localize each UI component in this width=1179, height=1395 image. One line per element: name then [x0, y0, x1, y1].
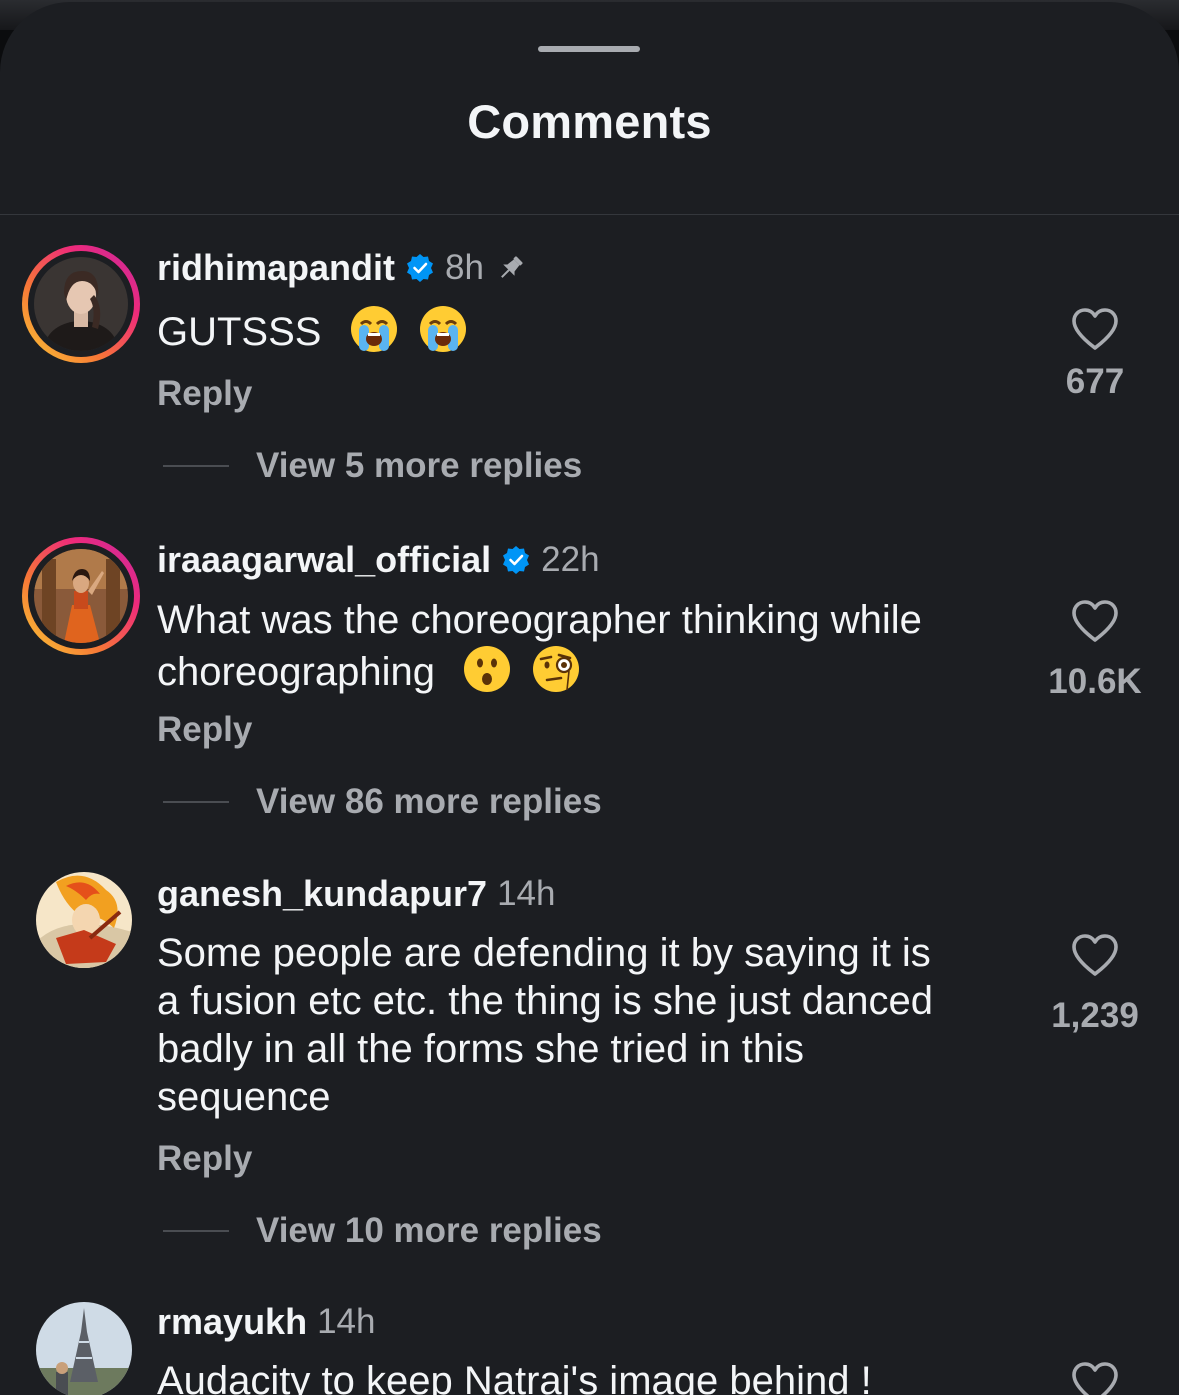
- comment-username[interactable]: ganesh_kundapur7: [157, 873, 487, 915]
- loudly-crying-face-icon: [418, 304, 468, 354]
- like-count: 10.6K: [1048, 662, 1142, 701]
- loudly-crying-face-icon: [349, 304, 399, 354]
- comment-body: GUTSSS: [157, 310, 322, 354]
- face-with-monocle-icon: [531, 644, 581, 694]
- comment-text: What was the choreographer thinking whil…: [157, 596, 1037, 696]
- comment-username[interactable]: ridhimapandit: [157, 247, 395, 289]
- like-count: 677: [1065, 362, 1125, 401]
- verified-badge-icon: [501, 545, 531, 575]
- view-replies-button[interactable]: View 86 more replies: [163, 782, 602, 822]
- comment-time: 14h: [497, 874, 556, 913]
- comment-time: 22h: [541, 540, 600, 579]
- pin-icon: [494, 251, 528, 285]
- comment-text: GUTSSS: [157, 304, 1037, 356]
- comment-username[interactable]: iraaagarwal_official: [157, 539, 491, 581]
- avatar[interactable]: [36, 872, 132, 968]
- hushed-face-icon: [462, 644, 512, 694]
- comments-sheet: Comments ridhimapandit 8h GUTSSS Reply V…: [0, 2, 1179, 1395]
- comment-line: a fusion etc etc. the thing is she just …: [157, 979, 934, 1023]
- comment-line: What was the choreographer thinking whil…: [157, 598, 922, 642]
- view-replies-label: View 86 more replies: [256, 782, 602, 821]
- comment-time: 8h: [445, 248, 484, 287]
- like-control: 677: [1025, 306, 1165, 402]
- heart-outline-icon[interactable]: [1070, 598, 1120, 644]
- verified-badge-icon: [405, 253, 435, 283]
- avatar: [34, 549, 128, 643]
- avatar-story-ring[interactable]: [22, 245, 140, 363]
- sheet-title: Comments: [467, 95, 712, 148]
- avatar-story-ring[interactable]: [22, 537, 140, 655]
- header-divider: [0, 214, 1179, 215]
- thread-line: [163, 1230, 229, 1232]
- thread-line: [163, 465, 229, 467]
- like-control: [1025, 1360, 1165, 1395]
- comment-line: Some people are defending it by saying i…: [157, 931, 931, 975]
- heart-outline-icon[interactable]: [1070, 1360, 1120, 1395]
- view-replies-button[interactable]: View 10 more replies: [163, 1211, 602, 1251]
- comment-username[interactable]: rmayukh: [157, 1301, 307, 1343]
- sheet-grabber-handle[interactable]: [538, 46, 640, 52]
- comment-time: 14h: [317, 1302, 376, 1341]
- comment-line: choreographing: [157, 650, 435, 694]
- avatar: [34, 257, 128, 351]
- thread-line: [163, 801, 229, 803]
- comment-text: Some people are defending it by saying i…: [157, 929, 1037, 1121]
- reply-button[interactable]: Reply: [157, 710, 252, 750]
- view-replies-button[interactable]: View 5 more replies: [163, 446, 582, 486]
- like-control: 1,239: [1025, 932, 1165, 1036]
- heart-outline-icon[interactable]: [1070, 306, 1120, 352]
- comment-text: Audacity to keep Natraj's image behind !: [157, 1359, 872, 1395]
- comment-line: sequence: [157, 1075, 331, 1119]
- reply-button[interactable]: Reply: [157, 1139, 252, 1179]
- like-control: 10.6K: [1025, 598, 1165, 702]
- avatar[interactable]: [36, 1302, 132, 1395]
- comments-screen: Comments ridhimapandit 8h GUTSSS Reply V…: [0, 0, 1179, 1395]
- like-count: 1,239: [1051, 996, 1139, 1035]
- reply-button[interactable]: Reply: [157, 374, 252, 414]
- heart-outline-icon[interactable]: [1070, 932, 1120, 978]
- comment-line: badly in all the forms she tried in this: [157, 1027, 804, 1071]
- view-replies-label: View 5 more replies: [256, 446, 583, 485]
- view-replies-label: View 10 more replies: [256, 1211, 602, 1250]
